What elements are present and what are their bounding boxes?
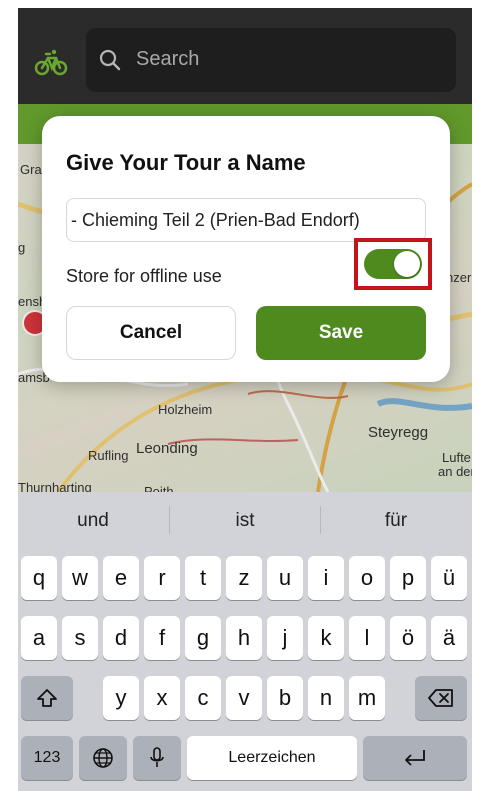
- key[interactable]: g: [185, 616, 221, 660]
- key[interactable]: q: [21, 556, 57, 600]
- highlight-box: [354, 238, 432, 290]
- key[interactable]: y: [103, 676, 139, 720]
- key[interactable]: ö: [390, 616, 426, 660]
- key[interactable]: d: [103, 616, 139, 660]
- keyboard: und ist für q w e r t z u i o p ü a s d …: [18, 492, 472, 791]
- key[interactable]: u: [267, 556, 303, 600]
- key[interactable]: k: [308, 616, 344, 660]
- key[interactable]: ü: [431, 556, 467, 600]
- dictation-key[interactable]: [133, 736, 181, 780]
- key[interactable]: ä: [431, 616, 467, 660]
- key[interactable]: i: [308, 556, 344, 600]
- numbers-key[interactable]: 123: [21, 736, 73, 780]
- key[interactable]: j: [267, 616, 303, 660]
- offline-label: Store for offline use: [66, 266, 222, 286]
- tour-name-input[interactable]: - Chieming Teil 2 (Prien-Bad Endorf): [66, 198, 426, 242]
- toggle-knob: [394, 251, 420, 277]
- shift-icon: [37, 689, 57, 707]
- globe-key[interactable]: [79, 736, 127, 780]
- suggestion-bar: und ist für: [18, 492, 472, 548]
- key[interactable]: h: [226, 616, 262, 660]
- dialog-title: Give Your Tour a Name: [66, 150, 306, 175]
- key[interactable]: b: [267, 676, 303, 720]
- key[interactable]: e: [103, 556, 139, 600]
- key[interactable]: f: [144, 616, 180, 660]
- key[interactable]: s: [62, 616, 98, 660]
- key[interactable]: r: [144, 556, 180, 600]
- key[interactable]: m: [349, 676, 385, 720]
- offline-toggle[interactable]: [364, 249, 422, 279]
- key[interactable]: v: [226, 676, 262, 720]
- key[interactable]: z: [226, 556, 262, 600]
- microphone-icon: [150, 747, 164, 767]
- key[interactable]: a: [21, 616, 57, 660]
- top-bar: Search: [18, 8, 472, 104]
- backspace-key[interactable]: [415, 676, 467, 720]
- key[interactable]: c: [185, 676, 221, 720]
- bike-icon[interactable]: [34, 48, 68, 76]
- suggestion-item[interactable]: und: [33, 510, 153, 532]
- key[interactable]: w: [62, 556, 98, 600]
- divider: [320, 506, 321, 534]
- key[interactable]: o: [349, 556, 385, 600]
- backspace-icon: [428, 689, 453, 707]
- key[interactable]: x: [144, 676, 180, 720]
- tour-name-value: - Chieming Teil 2 (Prien-Bad Endorf): [71, 210, 360, 230]
- divider: [169, 506, 170, 534]
- screen: Search Gra g ensh amsb nzer Holzheim Ste…: [18, 8, 472, 791]
- search-input[interactable]: Search: [86, 28, 456, 92]
- shift-key[interactable]: [21, 676, 73, 720]
- key[interactable]: p: [390, 556, 426, 600]
- key[interactable]: t: [185, 556, 221, 600]
- name-tour-dialog: Give Your Tour a Name - Chieming Teil 2 …: [42, 116, 450, 382]
- key[interactable]: n: [308, 676, 344, 720]
- space-key[interactable]: Leerzeichen: [187, 736, 357, 780]
- return-icon: [405, 750, 425, 766]
- search-icon: [99, 49, 121, 71]
- globe-icon: [93, 748, 113, 768]
- return-key[interactable]: [363, 736, 467, 780]
- save-button[interactable]: Save: [256, 306, 426, 360]
- search-placeholder: Search: [136, 48, 200, 70]
- suggestion-item[interactable]: ist: [185, 510, 305, 532]
- cancel-button[interactable]: Cancel: [66, 306, 236, 360]
- key[interactable]: l: [349, 616, 385, 660]
- suggestion-item[interactable]: für: [336, 510, 456, 532]
